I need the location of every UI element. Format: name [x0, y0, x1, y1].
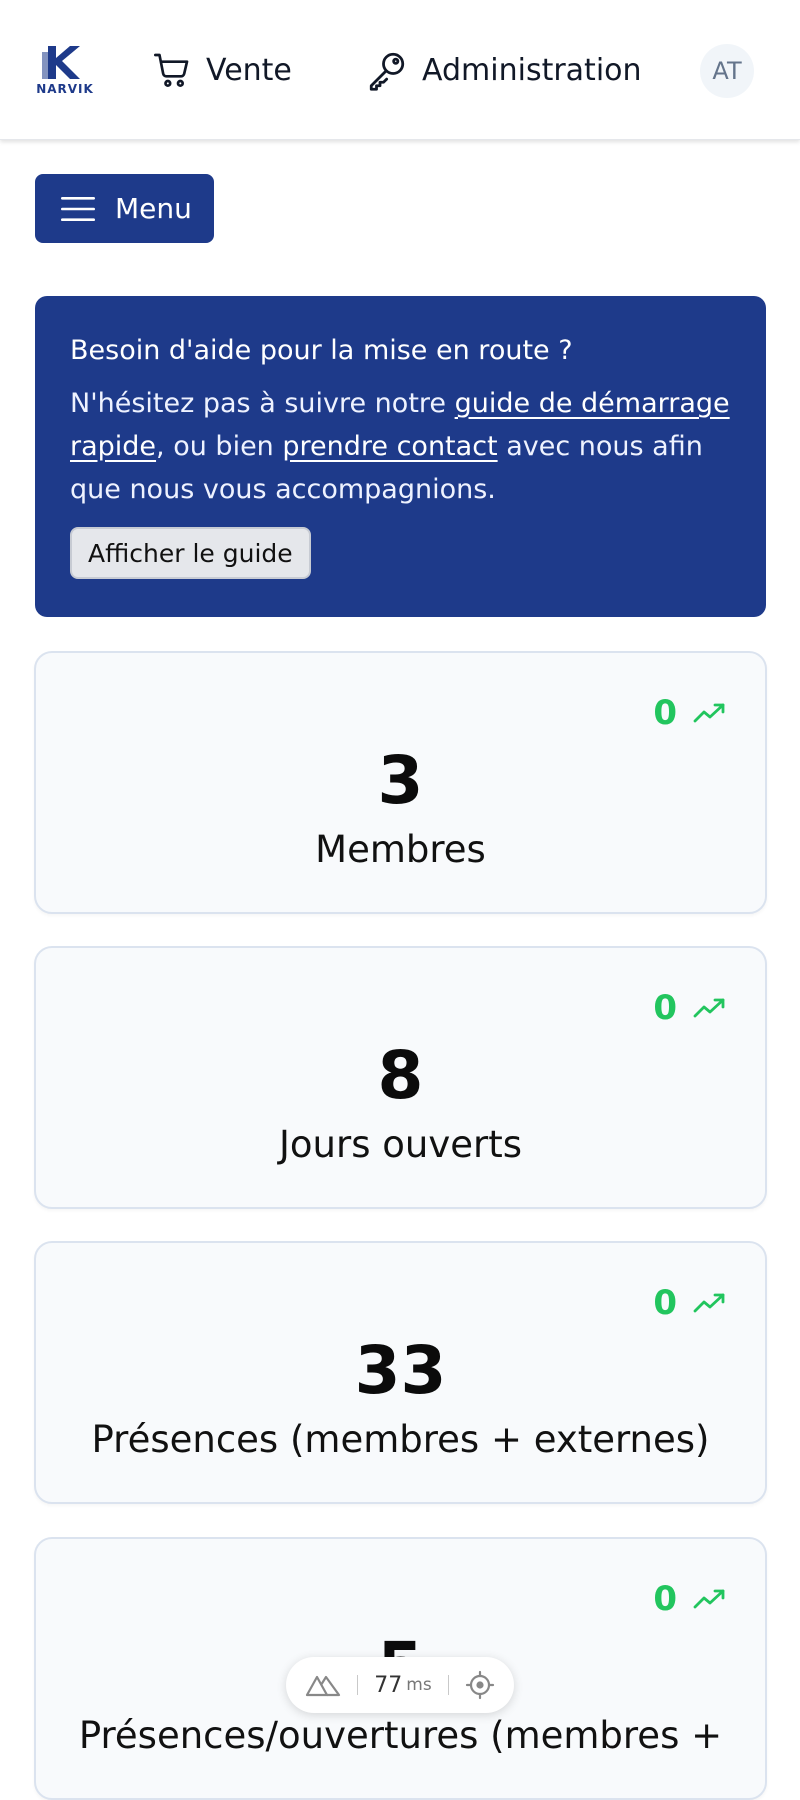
stat-value: 8 — [377, 1037, 424, 1114]
hamburger-icon — [61, 196, 95, 221]
trending-up-icon — [693, 1589, 725, 1609]
show-guide-button[interactable]: Afficher le guide — [70, 527, 311, 579]
performance-widget[interactable]: 77 ms — [286, 1657, 514, 1713]
key-icon — [369, 52, 405, 91]
trend-value: 0 — [653, 1579, 677, 1619]
help-banner-title: Besoin d'aide pour la mise en route ? — [70, 335, 573, 366]
help-banner: Besoin d'aide pour la mise en route ? N'… — [35, 296, 766, 617]
stat-label: Présences (membres + externes) — [91, 1418, 710, 1461]
separator — [447, 1675, 449, 1695]
menu-button[interactable]: Menu — [35, 174, 214, 243]
menu-button-label: Menu — [115, 192, 192, 225]
stat-value: 33 — [354, 1332, 447, 1409]
stat-card-jours-ouverts: 0 8 Jours ouverts — [34, 946, 767, 1209]
top-navigation-bar: NARVIK Vente Administration AT — [0, 0, 800, 140]
separator — [357, 1675, 359, 1695]
narvik-logo-icon — [42, 46, 80, 79]
trend-indicator: 0 — [653, 1579, 727, 1619]
logo-text: NARVIK — [36, 82, 94, 96]
trend-indicator: 0 — [653, 693, 727, 733]
narvik-logo[interactable]: NARVIK — [34, 44, 96, 98]
trend-value: 0 — [653, 1283, 677, 1323]
trend-indicator: 0 — [653, 988, 727, 1028]
nav-vente-label: Vente — [206, 52, 292, 88]
trending-up-icon — [693, 1293, 725, 1313]
nav-administration[interactable]: Administration — [366, 44, 642, 96]
contact-link[interactable]: prendre contact — [282, 431, 497, 462]
nav-vente[interactable]: Vente — [152, 44, 292, 96]
render-time-unit: ms — [406, 1675, 432, 1695]
stat-value: 3 — [377, 742, 424, 819]
stat-card-presences: 0 33 Présences (membres + externes) — [34, 1241, 767, 1504]
crosshair-icon[interactable] — [465, 1670, 495, 1700]
stat-label: Jours ouverts — [279, 1123, 522, 1166]
render-time-value: 77 — [374, 1672, 403, 1698]
trend-value: 0 — [653, 693, 677, 733]
stat-card-membres: 0 3 Membres — [34, 651, 767, 914]
stat-label: Membres — [315, 828, 486, 871]
trend-value: 0 — [653, 988, 677, 1028]
nuxt-icon — [306, 1675, 341, 1697]
trending-up-icon — [693, 998, 725, 1018]
stat-label: Présences/ouvertures (membres + — [78, 1714, 723, 1757]
nav-administration-label: Administration — [422, 52, 642, 88]
help-banner-text: N'hésitez pas à suivre notre guide de dé… — [70, 382, 731, 511]
help-text-middle: , ou bien — [156, 431, 283, 462]
cart-icon — [154, 53, 189, 88]
trend-indicator: 0 — [653, 1283, 727, 1323]
user-avatar[interactable]: AT — [700, 44, 754, 98]
trending-up-icon — [693, 703, 725, 723]
help-text-before: N'hésitez pas à suivre notre — [70, 388, 455, 419]
